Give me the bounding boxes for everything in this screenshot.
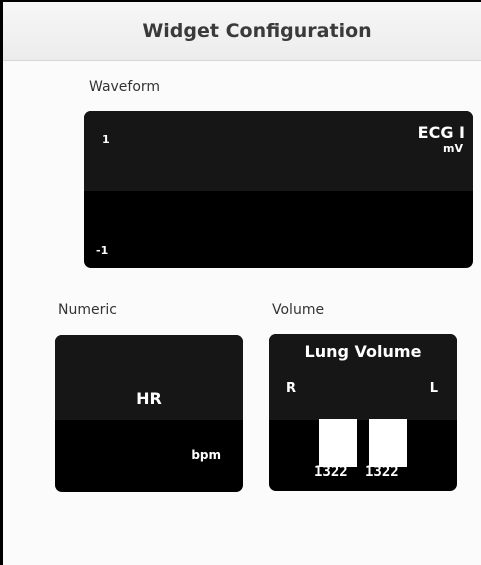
volume-side-left-label: L: [429, 381, 438, 396]
waveform-widget[interactable]: 1 ECG I mV -1: [84, 111, 473, 268]
waveform-band: [84, 111, 473, 191]
volume-bar-left-lung: [369, 419, 407, 467]
volume-value-left-lung: 1322: [365, 464, 399, 480]
waveform-title: ECG I: [417, 123, 465, 142]
numeric-label: HR: [136, 389, 162, 408]
volume-bar-right-lung: [319, 419, 357, 467]
volume-widget[interactable]: Lung Volume R L 1322 1322: [269, 334, 457, 491]
volume-value-right-lung: 1322: [314, 464, 348, 480]
numeric-section-label: Numeric: [58, 302, 117, 318]
page-title: Widget Configuration: [142, 20, 372, 42]
waveform-scale-bottom: -1: [96, 244, 109, 257]
waveform-scale-top: 1: [102, 133, 110, 146]
volume-title: Lung Volume: [304, 342, 422, 361]
waveform-unit: mV: [443, 142, 463, 155]
volume-side-right-label: R: [286, 381, 297, 396]
waveform-section-label: Waveform: [89, 79, 161, 95]
config-header: Widget Configuration: [3, 2, 481, 61]
numeric-unit: bpm: [191, 448, 221, 462]
volume-section-label: Volume: [272, 302, 325, 318]
numeric-widget[interactable]: HR bpm: [55, 335, 243, 492]
